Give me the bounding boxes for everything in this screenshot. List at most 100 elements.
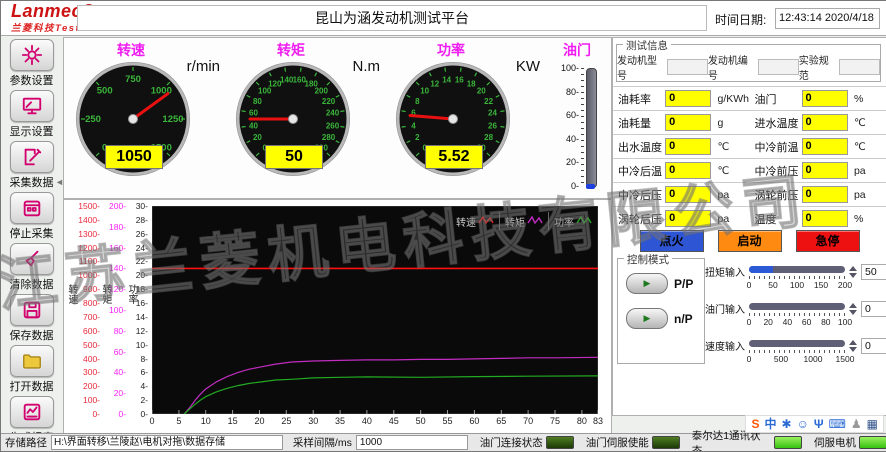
plot-area bbox=[152, 206, 598, 414]
time-label: 时间日期: bbox=[715, 11, 766, 28]
measure-unit: % bbox=[848, 213, 886, 225]
sidebar-item-1: 参数设置 bbox=[1, 39, 62, 88]
slider-tick-label: 0 bbox=[747, 354, 752, 364]
measure-label: 进水温度 bbox=[749, 115, 801, 131]
measure-unit: pa bbox=[848, 165, 886, 177]
svg-text:220: 220 bbox=[322, 97, 336, 106]
control-button-启动[interactable]: 启动 bbox=[718, 230, 782, 252]
y-axis-tick-label: 24- bbox=[132, 243, 148, 253]
spin-down-icon[interactable] bbox=[849, 273, 857, 278]
chinese-mode-icon[interactable]: 中 bbox=[765, 416, 777, 432]
control-button-点火[interactable]: 点火 bbox=[640, 230, 704, 252]
slider-tick-label: 200 bbox=[838, 280, 852, 290]
sample-interval-input[interactable]: 1000 bbox=[356, 435, 468, 450]
slider-tick-label: 0 bbox=[747, 317, 752, 327]
chart-legend: 转速转矩功率 bbox=[451, 212, 597, 230]
floppy-button[interactable] bbox=[10, 294, 54, 326]
measure-label: 中冷前压 bbox=[749, 163, 801, 179]
storage-path-input[interactable]: H:\界面转移\兰陵赵\电机对拖\数据存储 bbox=[51, 435, 283, 450]
slider-spinner[interactable] bbox=[849, 303, 857, 315]
field-input[interactable] bbox=[839, 59, 880, 75]
monitor-button[interactable] bbox=[10, 90, 54, 122]
status-led-indicator bbox=[546, 436, 574, 449]
sidebar-item-label: 显示设置 bbox=[1, 123, 62, 139]
y-axis-tick-label: 600- bbox=[74, 326, 100, 336]
measure-value: 0 bbox=[802, 186, 848, 203]
table-row: 油耗率0g/KWh油门0% bbox=[613, 86, 886, 110]
x-axis-tick-label: 65 bbox=[492, 416, 510, 426]
engine-info-field: 实验规范 bbox=[799, 52, 880, 82]
slider-value-input[interactable]: 50 bbox=[861, 264, 886, 280]
punctuation-icon[interactable]: ✱ bbox=[782, 416, 792, 432]
throttle-title: 油门 bbox=[544, 40, 610, 60]
y-axis-tick-label: 40- bbox=[106, 367, 126, 377]
measure-value: 0 bbox=[665, 186, 711, 203]
sidebar-item-label: 清除数据 bbox=[1, 276, 62, 292]
slider-track[interactable] bbox=[749, 303, 845, 310]
y-axis-tick-label: 16- bbox=[132, 298, 148, 308]
status-led-indicator bbox=[652, 436, 680, 449]
broom-button[interactable] bbox=[10, 243, 54, 275]
slider-spinner[interactable] bbox=[849, 340, 857, 352]
y-axis-tick-label: 1200- bbox=[74, 243, 100, 253]
page-title: 昆山为涵发动机测试平台 bbox=[77, 5, 707, 31]
measure-unit: g bbox=[711, 117, 749, 129]
sidebar-item-label: 采集数据 bbox=[1, 174, 62, 190]
edit-document-button[interactable] bbox=[10, 141, 54, 173]
person-icon[interactable]: ♟ bbox=[851, 416, 862, 432]
svg-text:1000: 1000 bbox=[151, 86, 172, 97]
emoji-icon[interactable]: ☺ bbox=[797, 416, 809, 432]
spin-down-icon[interactable] bbox=[849, 347, 857, 352]
measure-label: 油门 bbox=[749, 91, 801, 107]
broom-icon bbox=[21, 248, 43, 270]
y-axis-tick-label: 140- bbox=[106, 263, 126, 273]
mode-toggle-n/P[interactable]: ▶ bbox=[626, 308, 668, 329]
throttle-tick-label: 60- bbox=[546, 110, 579, 120]
gauges-panel: 转速r/min02505007501000125015001050转矩N.m02… bbox=[63, 37, 612, 199]
chart-panel: 转速1500-1400-1300-1200-1100-1000-900-800-… bbox=[63, 199, 612, 435]
slider-track[interactable] bbox=[749, 266, 845, 273]
measure-value: 0 bbox=[802, 210, 848, 227]
mic-icon[interactable]: Ψ bbox=[814, 416, 824, 432]
gear-button[interactable] bbox=[10, 39, 54, 71]
y-axis-tick-label: 120- bbox=[106, 284, 126, 294]
throttle-thumb bbox=[586, 184, 595, 189]
spin-up-icon[interactable] bbox=[849, 303, 857, 308]
plot-svg bbox=[152, 206, 598, 414]
open-folder-button[interactable] bbox=[10, 345, 54, 377]
mode-toggle-P/P[interactable]: ▶ bbox=[626, 273, 668, 294]
status-led-indicator bbox=[859, 436, 886, 449]
gauge-title: 转速 bbox=[64, 40, 198, 60]
slider-value-input[interactable]: 0 bbox=[861, 338, 886, 354]
spin-up-icon[interactable] bbox=[849, 340, 857, 345]
header: Lanmec® 兰菱科技Test 昆山为涵发动机测试平台 时间日期: 12:43… bbox=[1, 1, 886, 36]
measure-unit: ℃ bbox=[711, 165, 749, 177]
slider-value-input[interactable]: 0 bbox=[861, 301, 886, 317]
keyboard-icon[interactable]: ⌨ bbox=[829, 416, 846, 432]
field-input[interactable] bbox=[758, 59, 799, 75]
control-mode-group: 控制模式 ▶P/P▶n/P bbox=[617, 258, 705, 364]
gauge-title: 转矩 bbox=[224, 40, 358, 60]
slider-spinner[interactable] bbox=[849, 266, 857, 278]
slider-track[interactable] bbox=[749, 340, 845, 347]
control-button-急停[interactable]: 急停 bbox=[796, 230, 860, 252]
y-axis-tick-label: 1500- bbox=[74, 201, 100, 211]
gauge-value: 50 bbox=[265, 145, 323, 169]
status-led-indicator bbox=[774, 436, 802, 449]
y-axis-tick-label: 8- bbox=[132, 354, 148, 364]
slider-label: 速度输入 bbox=[705, 338, 745, 353]
mode-label: n/P bbox=[674, 312, 693, 326]
field-input[interactable] bbox=[667, 59, 708, 75]
spin-down-icon[interactable] bbox=[849, 310, 857, 315]
spin-up-icon[interactable] bbox=[849, 266, 857, 271]
calendar-grid-button[interactable] bbox=[10, 192, 54, 224]
svg-text:20: 20 bbox=[253, 133, 262, 142]
toolbox-icon[interactable]: ▦ bbox=[867, 416, 878, 432]
report-button[interactable] bbox=[10, 396, 54, 428]
measure-value: 0 bbox=[665, 210, 711, 227]
sogou-icon[interactable]: S bbox=[751, 416, 759, 432]
status-led-label: 伺服电机 bbox=[814, 435, 856, 450]
sidebar-item-5: 清除数据 bbox=[1, 243, 62, 292]
slider-minor-ticks bbox=[749, 276, 845, 279]
x-axis-tick-label: 5 bbox=[170, 416, 188, 426]
